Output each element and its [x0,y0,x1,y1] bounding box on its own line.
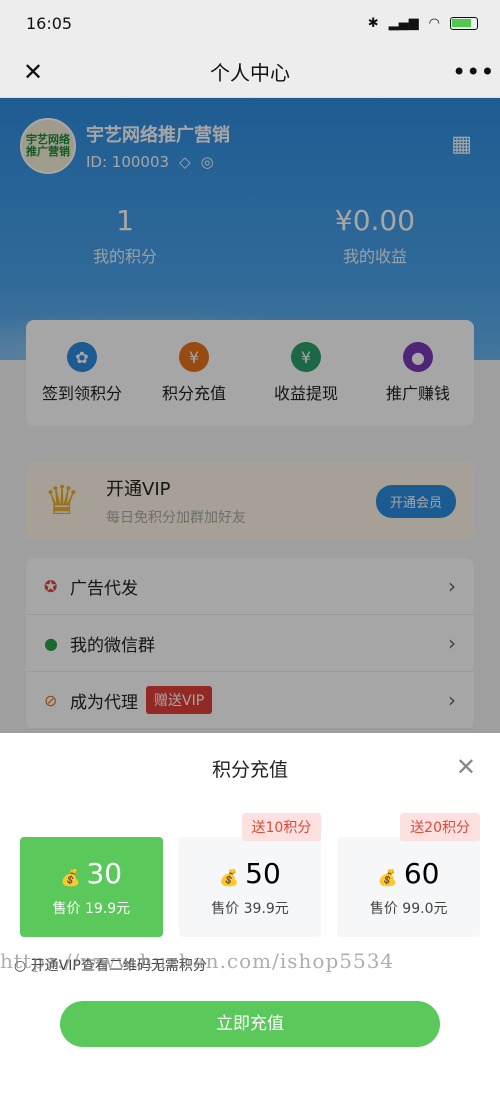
signal-icon: ▂▄▆ [388,15,419,31]
bonus-badge: 送20积分 [400,813,481,841]
more-icon[interactable]: ••• [452,58,494,86]
money-bag-icon: 💰 [377,868,398,887]
money-bag-icon: 💰 [60,868,81,887]
watermark: https://www.huzhan.com/ishop5534 [0,949,395,973]
close-icon[interactable]: ✕ [456,753,476,781]
page-title: 个人中心 [210,61,290,85]
money-bag-icon: 💰 [219,868,240,887]
wifi-icon: ◠ [428,15,440,31]
recharge-sheet: 积分充值 ✕ 💰 30 售价 19.9元 送10积分 💰 50 售价 39.9元 送… [0,733,500,1111]
recharge-option-60[interactable]: 送20积分 💰 60 售价 99.0元 [337,813,481,937]
bluetooth-icon: ✱ [367,15,379,31]
recharge-now-button[interactable]: 立即充值 [60,1001,440,1047]
bonus-badge: 送10积分 [241,813,322,841]
sheet-title: 积分充值 [211,759,288,781]
status-icons: ✱ ▂▄▆ ◠ [368,16,478,31]
status-bar: 16:05 ✱ ▂▄▆ ◠ [0,0,500,46]
status-time: 16:05 [26,13,73,33]
top-navigation-bar: ✕ 个人中心 ••• [0,46,500,98]
close-icon[interactable]: ✕ [18,58,48,86]
recharge-options: 💰 30 售价 19.9元 送10积分 💰 50 售价 39.9元 送20积分 💰 6… [20,813,481,937]
battery-icon [450,16,478,30]
recharge-option-30[interactable]: 💰 30 售价 19.9元 [20,837,163,937]
recharge-option-50[interactable]: 送10积分 💰 50 售价 39.9元 [178,813,322,937]
